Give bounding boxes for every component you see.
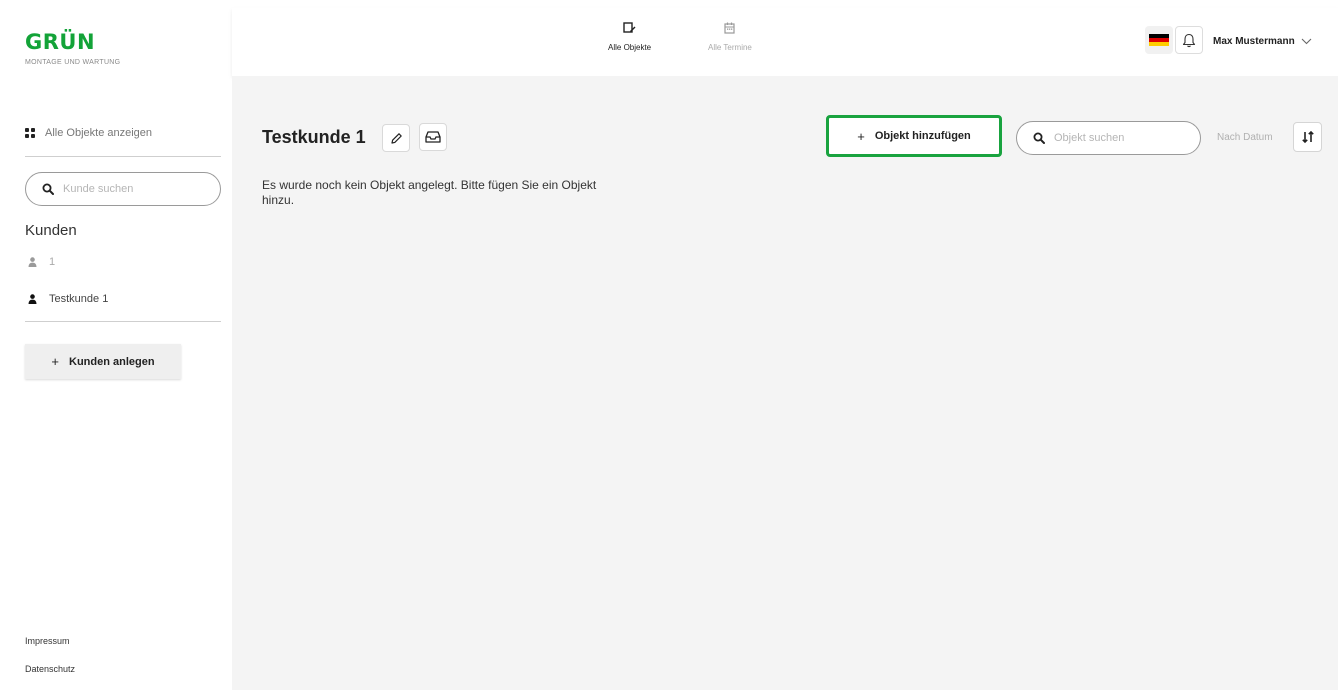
- search-icon: [1033, 132, 1045, 144]
- search-icon: [42, 183, 54, 195]
- user-name: Max Mustermann: [1213, 36, 1295, 47]
- add-customer-label: Kunden anlegen: [69, 355, 155, 368]
- add-object-label: Objekt hinzufügen: [874, 130, 971, 142]
- language-button[interactable]: [1145, 26, 1173, 54]
- sort-label: Nach Datum: [1217, 132, 1273, 143]
- app-root: GRÜN MONTAGE UND WARTUNG Alle Objekte an…: [0, 0, 1338, 690]
- nav-all-objects[interactable]: Alle Objekte: [608, 22, 651, 52]
- add-customer-button[interactable]: + Kunden anlegen: [25, 344, 181, 379]
- archive-customer-button[interactable]: [419, 123, 447, 151]
- calendar-icon: [724, 22, 736, 34]
- all-objects-link[interactable]: Alle Objekte anzeigen: [25, 127, 152, 139]
- divider: [25, 156, 221, 157]
- customer-item[interactable]: 1: [28, 256, 55, 268]
- page-title: Testkunde 1: [262, 127, 366, 147]
- empty-state-message: Es wurde noch kein Objekt angelegt. Bitt…: [262, 178, 597, 207]
- add-object-highlight: + Objekt hinzufügen: [826, 115, 1002, 157]
- customer-search-input[interactable]: Kunde suchen: [25, 172, 221, 206]
- nav-label: Alle Termine: [708, 43, 752, 52]
- object-edit-icon: [623, 22, 636, 33]
- customer-label: Testkunde 1: [49, 293, 109, 305]
- customer-item-active[interactable]: Testkunde 1: [28, 293, 108, 305]
- top-bar: Alle Objekte Alle Termine Max Mustermann: [232, 8, 1338, 76]
- divider: [25, 321, 221, 322]
- chevron-down-icon: [1301, 38, 1312, 45]
- plus-icon: +: [51, 354, 60, 369]
- person-icon: [28, 257, 37, 267]
- object-search-input[interactable]: Objekt suchen: [1016, 121, 1201, 155]
- grid-icon: [25, 128, 35, 138]
- nav-all-appointments[interactable]: Alle Termine: [708, 22, 752, 52]
- pencil-icon: [390, 132, 402, 144]
- person-icon: [28, 294, 37, 304]
- sidebar: GRÜN MONTAGE UND WARTUNG Alle Objekte an…: [0, 0, 232, 690]
- customer-label: 1: [49, 256, 56, 268]
- add-object-button[interactable]: + Objekt hinzufügen: [834, 121, 994, 151]
- customers-heading: Kunden: [25, 222, 77, 239]
- plus-icon: +: [857, 128, 865, 144]
- all-objects-label: Alle Objekte anzeigen: [45, 127, 153, 139]
- notifications-button[interactable]: [1175, 26, 1203, 54]
- nav-label: Alle Objekte: [608, 43, 652, 52]
- main-content: Testkunde 1 Es wurde noch kein Objekt an…: [232, 76, 1338, 690]
- customer-search-placeholder: Kunde suchen: [63, 183, 134, 195]
- imprint-link[interactable]: Impressum: [25, 636, 70, 646]
- inbox-icon: [425, 131, 441, 143]
- german-flag-icon: [1149, 34, 1169, 46]
- object-search-placeholder: Objekt suchen: [1054, 132, 1125, 144]
- edit-customer-button[interactable]: [382, 124, 410, 152]
- sort-arrows-icon: [1301, 130, 1314, 144]
- brand-tagline: MONTAGE UND WARTUNG: [25, 59, 121, 66]
- bell-icon: [1182, 33, 1196, 47]
- brand-logo[interactable]: GRÜN MONTAGE UND WARTUNG: [25, 31, 120, 66]
- user-menu[interactable]: Max Mustermann: [1213, 36, 1312, 47]
- sort-button[interactable]: [1293, 122, 1322, 152]
- brand-name: GRÜN: [25, 30, 96, 54]
- privacy-link[interactable]: Datenschutz: [25, 664, 75, 674]
